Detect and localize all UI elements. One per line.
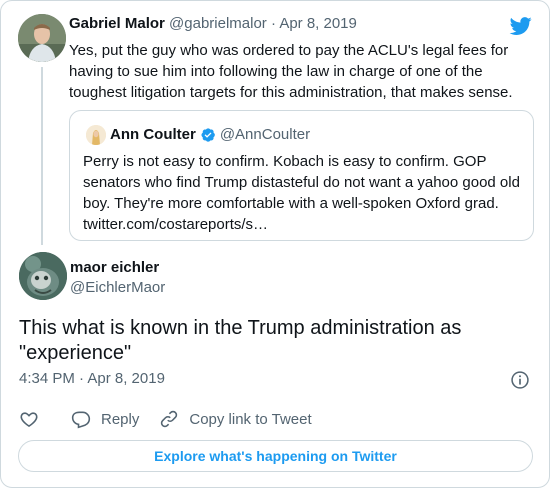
tweet-actions: Reply Copy link to Tweet xyxy=(19,407,332,431)
tweet-timestamp[interactable]: 4:34 PM · Apr 8, 2019 xyxy=(19,370,165,387)
quoted-tweet-header: Ann Coulter @AnnCoulter xyxy=(110,126,310,143)
tweet-date[interactable]: Apr 8, 2019 xyxy=(279,15,357,32)
avatar[interactable] xyxy=(19,252,67,300)
tweet-embed-card: Gabriel Malor @gabrielmalor · Apr 8, 201… xyxy=(0,0,550,488)
author-handle[interactable]: @EichlerMaor xyxy=(70,279,165,296)
author-name: Ann Coulter xyxy=(110,126,196,143)
quoted-tweet[interactable]: Ann Coulter @AnnCoulter Perry is not eas… xyxy=(69,110,534,241)
copy-link-label: Copy link to Tweet xyxy=(189,410,312,428)
author-name[interactable]: maor eichler xyxy=(70,259,159,276)
author-handle: @AnnCoulter xyxy=(219,126,311,143)
main-tweet-text: This what is known in the Trump administ… xyxy=(19,317,462,364)
separator: · xyxy=(270,15,276,32)
avatar xyxy=(86,125,106,145)
twitter-logo-icon[interactable] xyxy=(509,15,533,37)
heart-icon xyxy=(20,412,38,428)
copy-link-button[interactable]: Copy link to Tweet xyxy=(159,409,312,429)
reply-icon xyxy=(71,411,91,429)
author-handle[interactable]: @gabrielmalor xyxy=(169,15,267,32)
info-icon[interactable] xyxy=(510,370,530,390)
avatar[interactable] xyxy=(18,14,66,62)
author-name[interactable]: Gabriel Malor xyxy=(69,15,165,32)
link-icon xyxy=(161,410,178,428)
reply-label: Reply xyxy=(101,410,140,428)
quoted-tweet-text: Perry is not easy to confirm. Kobach is … xyxy=(83,153,520,233)
reply-button[interactable]: Reply xyxy=(71,409,139,429)
explore-twitter-button[interactable]: Explore what's happening on Twitter xyxy=(18,440,533,472)
thread-connector-line xyxy=(41,67,43,245)
verified-badge-icon xyxy=(201,127,215,142)
parent-tweet-header: Gabriel Malor @gabrielmalor · Apr 8, 201… xyxy=(69,15,357,32)
like-button[interactable] xyxy=(19,409,39,429)
parent-tweet-text: Yes, put the guy who was ordered to pay … xyxy=(69,42,513,101)
